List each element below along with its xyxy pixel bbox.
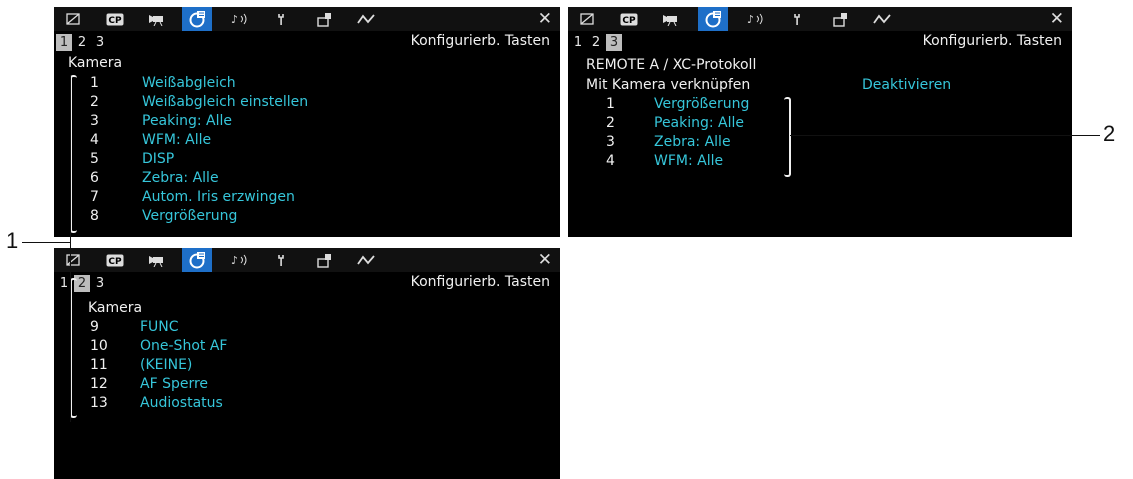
item-value[interactable]: FUNC xyxy=(140,319,179,335)
camera-icon[interactable] xyxy=(656,7,686,31)
item-value[interactable]: Vergrößerung xyxy=(142,208,237,224)
item-number: 1 xyxy=(606,96,615,112)
custom-function-icon[interactable] xyxy=(182,7,212,31)
page-2-tab[interactable]: 2 xyxy=(74,34,90,51)
link-setting-value[interactable]: Deaktivieren xyxy=(862,77,951,93)
item-number: 3 xyxy=(90,113,99,129)
custom-function-icon[interactable] xyxy=(182,248,212,272)
page-indicator: 123 xyxy=(56,34,110,52)
item-value[interactable]: Peaking: Alle xyxy=(142,113,232,129)
section-heading: Kamera xyxy=(88,300,143,316)
audio-icon[interactable]: ♪ xyxy=(742,7,772,31)
menu-tab-bar: CP ♪ ✕ xyxy=(54,7,560,31)
menu-title: Konfigurierb. Tasten xyxy=(410,33,550,49)
callout-1-line xyxy=(22,242,70,243)
item-number: 2 xyxy=(606,115,615,131)
network-icon[interactable] xyxy=(868,7,898,31)
bracket-right xyxy=(784,97,791,177)
item-number: 3 xyxy=(606,134,615,150)
item-number: 8 xyxy=(90,208,99,224)
assign-icon[interactable] xyxy=(826,7,856,31)
item-number: 4 xyxy=(90,132,99,148)
page-3-tab[interactable]: 3 xyxy=(92,34,108,51)
audio-icon[interactable]: ♪ xyxy=(226,7,256,31)
item-value[interactable]: (KEINE) xyxy=(140,357,192,373)
picture-icon[interactable] xyxy=(58,7,88,31)
bracket-left xyxy=(70,278,77,418)
page-indicator: 123 xyxy=(56,275,110,293)
menu-title: Konfigurierb. Tasten xyxy=(410,274,550,290)
item-number: 9 xyxy=(90,319,99,335)
item-value[interactable]: Weißabgleich einstellen xyxy=(142,94,308,110)
item-number: 5 xyxy=(90,151,99,167)
page-2-tab[interactable]: 2 xyxy=(588,34,604,51)
svg-text:CP: CP xyxy=(108,16,122,26)
network-icon[interactable] xyxy=(352,7,382,31)
screen-page-1: CP ♪ ✕ 123 Konfigurierb. Tasten Kamera 1… xyxy=(54,7,560,237)
item-number: 1 xyxy=(90,75,99,91)
wrench-icon[interactable] xyxy=(268,7,298,31)
assign-icon[interactable] xyxy=(310,248,340,272)
cp-icon[interactable]: CP xyxy=(100,7,130,31)
callout-1-connector xyxy=(70,75,71,422)
camera-icon[interactable] xyxy=(142,248,172,272)
picture-icon[interactable] xyxy=(58,248,88,272)
cp-icon[interactable]: CP xyxy=(100,248,130,272)
item-number: 7 xyxy=(90,189,99,205)
wrench-icon[interactable] xyxy=(784,7,814,31)
network-icon[interactable] xyxy=(352,248,382,272)
close-icon[interactable]: ✕ xyxy=(1050,9,1064,29)
link-setting-label: Mit Kamera verknüpfen xyxy=(586,77,751,93)
menu-tab-bar: CP ♪ ✕ xyxy=(568,7,1072,31)
menu-title: Konfigurierb. Tasten xyxy=(922,33,1062,49)
page-1-tab[interactable]: 1 xyxy=(56,34,72,51)
wrench-icon[interactable] xyxy=(268,248,298,272)
section-heading: REMOTE A / XC-Protokoll xyxy=(586,57,757,73)
item-value[interactable]: Audiostatus xyxy=(140,395,223,411)
item-value[interactable]: WFM: Alle xyxy=(142,132,211,148)
svg-text:♪: ♪ xyxy=(231,254,238,267)
item-number: 13 xyxy=(90,395,108,411)
cp-icon[interactable]: CP xyxy=(614,7,644,31)
item-value[interactable]: AF Sperre xyxy=(140,376,208,392)
svg-text:CP: CP xyxy=(622,16,636,26)
svg-text:♪: ♪ xyxy=(231,13,238,26)
item-number: 12 xyxy=(90,376,108,392)
item-value[interactable]: Autom. Iris erzwingen xyxy=(142,189,295,205)
item-number: 4 xyxy=(606,153,615,169)
close-icon[interactable]: ✕ xyxy=(538,250,552,270)
camera-icon[interactable] xyxy=(142,7,172,31)
svg-text:CP: CP xyxy=(108,257,122,267)
menu-tab-bar: CP ♪ ✕ xyxy=(54,248,560,272)
item-value[interactable]: Zebra: Alle xyxy=(142,170,219,186)
screen-page-3: CP ♪ ✕ 123 Konfigurierb. Tasten REMOTE A… xyxy=(568,7,1072,237)
item-value[interactable]: Peaking: Alle xyxy=(654,115,744,131)
item-number: 10 xyxy=(90,338,108,354)
assign-icon[interactable] xyxy=(310,7,340,31)
screen-page-2: CP ♪ ✕ 123 Konfigurierb. Tasten Kamera 9… xyxy=(54,248,560,479)
page-1-tab[interactable]: 1 xyxy=(570,34,586,51)
item-value[interactable]: Vergrößerung xyxy=(654,96,749,112)
bracket-left xyxy=(70,75,77,233)
callout-2: 2 xyxy=(1103,121,1116,146)
item-value[interactable]: Zebra: Alle xyxy=(654,134,731,150)
custom-function-icon[interactable] xyxy=(698,7,728,31)
callout-1: 1 xyxy=(6,228,19,253)
page-3-tab[interactable]: 3 xyxy=(92,275,108,292)
item-value[interactable]: WFM: Alle xyxy=(654,153,723,169)
item-value[interactable]: Weißabgleich xyxy=(142,75,236,91)
audio-icon[interactable]: ♪ xyxy=(226,248,256,272)
item-number: 6 xyxy=(90,170,99,186)
svg-text:♪: ♪ xyxy=(747,13,754,26)
section-heading: Kamera xyxy=(68,55,123,71)
item-number: 11 xyxy=(90,357,108,373)
callout-2-line xyxy=(790,135,1100,136)
item-value[interactable]: DISP xyxy=(142,151,174,167)
page-indicator: 123 xyxy=(570,34,624,52)
page-3-tab[interactable]: 3 xyxy=(606,34,622,51)
close-icon[interactable]: ✕ xyxy=(538,9,552,29)
item-value[interactable]: One-Shot AF xyxy=(140,338,227,354)
item-number: 2 xyxy=(90,94,99,110)
picture-icon[interactable] xyxy=(572,7,602,31)
